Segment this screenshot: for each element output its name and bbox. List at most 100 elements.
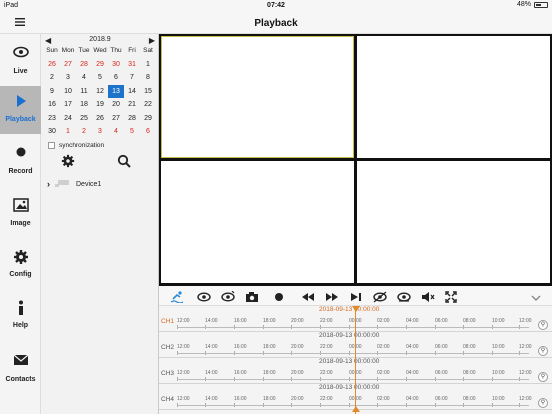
eye-all-off-icon[interactable] bbox=[397, 290, 411, 302]
calendar-day[interactable]: 1 bbox=[140, 58, 156, 72]
tick-label: 18:00 bbox=[263, 396, 276, 407]
record-icon[interactable] bbox=[273, 290, 287, 302]
time-cursor[interactable] bbox=[355, 306, 356, 414]
settings-gear-icon[interactable] bbox=[61, 154, 75, 168]
eye-all-on-icon[interactable] bbox=[373, 290, 387, 303]
calendar-day[interactable]: 25 bbox=[76, 112, 92, 126]
calendar-day[interactable]: 14 bbox=[124, 85, 140, 99]
calendar-weekdays: Sun Mon Tue Wed Thu Fri Sat bbox=[44, 44, 156, 58]
calendar-day[interactable]: 31 bbox=[124, 58, 140, 72]
channel-label: CH4 bbox=[161, 396, 175, 403]
timeline[interactable]: CH1 2018-09-13 00:00:00 12:00 14:00 16:0… bbox=[159, 306, 552, 414]
calendar-day[interactable]: 2 bbox=[44, 71, 60, 85]
weekday-label: Mon bbox=[61, 47, 75, 54]
calendar-day[interactable]: 18 bbox=[76, 98, 92, 112]
zoom-icon[interactable]: ⚲ bbox=[538, 320, 548, 330]
calendar-day[interactable]: 12 bbox=[92, 85, 108, 99]
calendar-day[interactable]: 15 bbox=[140, 85, 156, 99]
zoom-icon[interactable]: ⚲ bbox=[538, 346, 548, 356]
calendar-day[interactable]: 16 bbox=[44, 98, 60, 112]
sidebar-item-contacts[interactable]: Contacts bbox=[0, 346, 41, 394]
sidebar-item-config[interactable]: Config bbox=[0, 241, 41, 289]
swim-icon[interactable] bbox=[170, 290, 185, 304]
chevron-down-icon[interactable] bbox=[531, 290, 545, 302]
tick-label: 14:00 bbox=[205, 344, 218, 355]
time-cursor-handle[interactable] bbox=[352, 406, 360, 412]
calendar-day[interactable]: 21 bbox=[124, 98, 140, 112]
calendar-day[interactable]: 22 bbox=[140, 98, 156, 112]
sidebar-item-image[interactable]: Image bbox=[0, 190, 41, 238]
calendar-day[interactable]: 26 bbox=[92, 112, 108, 126]
calendar-day[interactable]: 17 bbox=[60, 98, 76, 112]
calendar-day[interactable]: 1 bbox=[60, 125, 76, 139]
calendar-day[interactable]: 3 bbox=[60, 71, 76, 85]
sync-checkbox[interactable] bbox=[48, 142, 55, 149]
sidebar-item-label: Live bbox=[13, 68, 28, 75]
calendar-day[interactable]: 8 bbox=[140, 71, 156, 85]
video-window-1[interactable] bbox=[161, 36, 354, 158]
sidebar-item-playback[interactable]: Playback bbox=[0, 86, 41, 134]
calendar-day-selected[interactable]: 13 bbox=[108, 84, 124, 98]
zoom-icon[interactable]: ⚲ bbox=[538, 372, 548, 382]
calendar-day[interactable]: 28 bbox=[124, 112, 140, 126]
camera-snapshot-icon[interactable] bbox=[245, 290, 259, 302]
calendar-day[interactable]: 26 bbox=[44, 58, 60, 72]
calendar-day[interactable]: 3 bbox=[92, 125, 108, 139]
sync-option[interactable]: synchronization bbox=[48, 142, 104, 149]
next-frame-icon[interactable] bbox=[349, 290, 363, 302]
weekday-label: Fri bbox=[128, 47, 136, 54]
calendar-day[interactable]: 11 bbox=[76, 85, 92, 99]
calendar-day[interactable]: 2 bbox=[76, 125, 92, 139]
calendar-day[interactable]: 19 bbox=[92, 98, 108, 112]
calendar-day[interactable]: 5 bbox=[92, 71, 108, 85]
fast-forward-icon[interactable] bbox=[325, 290, 339, 302]
mute-icon[interactable] bbox=[421, 290, 435, 302]
zoom-icon[interactable]: ⚲ bbox=[538, 398, 548, 408]
calendar-day[interactable]: 6 bbox=[140, 125, 156, 139]
sidebar-item-record[interactable]: Record bbox=[0, 138, 41, 186]
tick-label: 12:00 bbox=[519, 344, 532, 355]
video-window-3[interactable] bbox=[161, 161, 354, 283]
calendar-day[interactable]: 4 bbox=[76, 71, 92, 85]
timeline-axis bbox=[177, 327, 529, 328]
tick-label: 10:00 bbox=[492, 318, 505, 329]
calendar-day[interactable]: 5 bbox=[124, 125, 140, 139]
sidebar-item-live[interactable]: Live bbox=[0, 38, 41, 86]
gear-icon bbox=[0, 249, 41, 267]
channel-label: CH2 bbox=[161, 344, 175, 351]
calendar-day[interactable]: 29 bbox=[140, 112, 156, 126]
calendar-day[interactable]: 20 bbox=[108, 98, 124, 112]
calendar-day[interactable]: 10 bbox=[60, 85, 76, 99]
calendar-day[interactable]: 6 bbox=[108, 71, 124, 85]
calendar-day[interactable]: 9 bbox=[44, 85, 60, 99]
search-icon[interactable] bbox=[117, 154, 131, 168]
calendar-day[interactable]: 30 bbox=[108, 58, 124, 72]
calendar-day[interactable]: 7 bbox=[124, 71, 140, 85]
calendar-day[interactable]: 29 bbox=[92, 58, 108, 72]
time-cursor-top-marker[interactable] bbox=[352, 306, 360, 312]
eye-open-icon[interactable] bbox=[197, 290, 211, 302]
tick-label: 08:00 bbox=[463, 396, 476, 407]
eye-closed-icon[interactable] bbox=[221, 290, 235, 302]
sidebar-item-help[interactable]: Help bbox=[0, 292, 41, 340]
chevron-right-icon[interactable]: › bbox=[47, 179, 50, 189]
calendar-day[interactable]: 24 bbox=[60, 112, 76, 126]
tick-label: 20:00 bbox=[291, 344, 304, 355]
device-tree-item[interactable]: › Device1 bbox=[47, 178, 101, 190]
sidebar-item-label: Config bbox=[9, 271, 32, 278]
calendar-day[interactable]: 28 bbox=[76, 58, 92, 72]
calendar-day[interactable]: 27 bbox=[108, 112, 124, 126]
tick-label: 04:00 bbox=[406, 344, 419, 355]
calendar-day[interactable]: 30 bbox=[44, 125, 60, 139]
tick-label: 16:00 bbox=[234, 396, 247, 407]
calendar-day[interactable]: 27 bbox=[60, 58, 76, 72]
weekday-label: Tue bbox=[78, 47, 90, 54]
fullscreen-icon[interactable] bbox=[445, 290, 459, 303]
tick-label: 22:00 bbox=[320, 396, 333, 407]
info-icon bbox=[0, 300, 41, 318]
calendar-day[interactable]: 23 bbox=[44, 112, 60, 126]
video-window-4[interactable] bbox=[357, 161, 550, 283]
video-window-2[interactable] bbox=[357, 36, 550, 158]
calendar-day[interactable]: 4 bbox=[108, 125, 124, 139]
rewind-icon[interactable] bbox=[301, 290, 315, 302]
